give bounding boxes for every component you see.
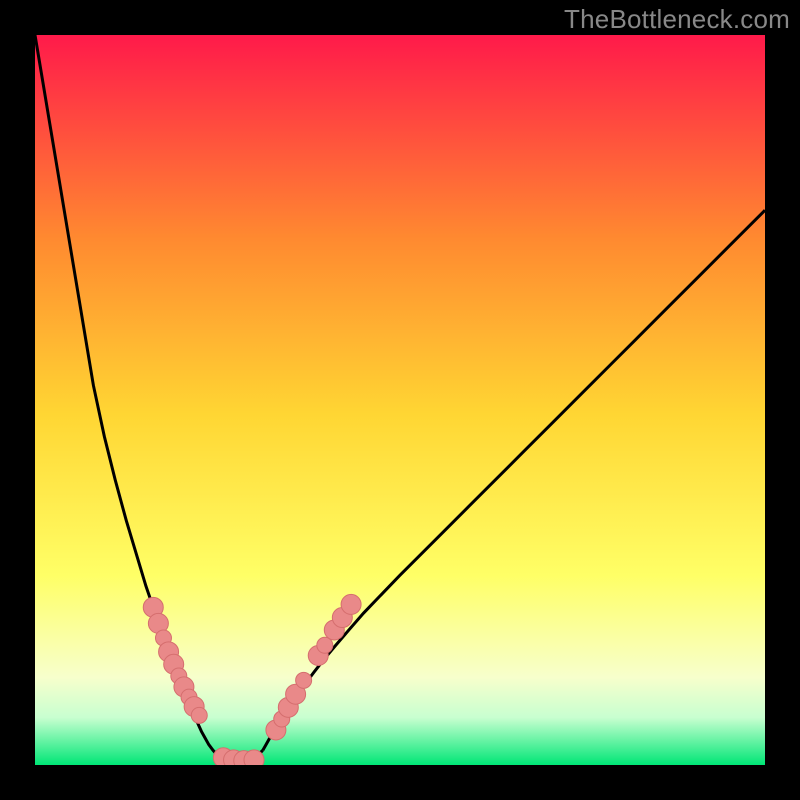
data-point-marker	[191, 707, 207, 723]
data-point-marker	[341, 594, 361, 614]
chart-root: TheBottleneck.com	[0, 0, 800, 800]
watermark-text: TheBottleneck.com	[564, 4, 790, 35]
plot-background	[35, 35, 765, 765]
chart-svg	[0, 0, 800, 800]
data-point-marker	[296, 672, 312, 688]
